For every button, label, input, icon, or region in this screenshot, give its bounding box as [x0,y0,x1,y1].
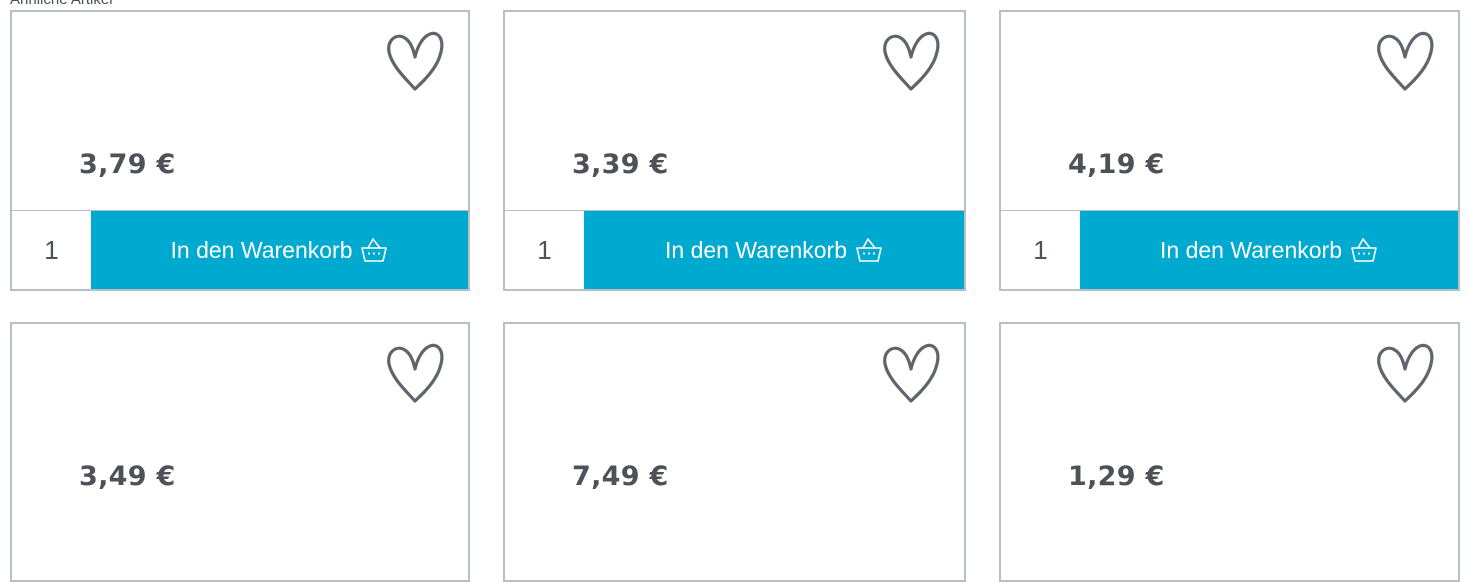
product-card[interactable]: 3,49 € [10,322,470,582]
heart-icon [1377,343,1434,403]
product-card[interactable]: 3,39 € 1 In den Warenkorb [503,10,966,291]
product-price: 3,79 € [79,149,176,180]
add-to-cart-button[interactable]: In den Warenkorb [584,211,964,289]
basket-icon [360,237,388,263]
add-to-cart-label: In den Warenkorb [170,236,353,263]
heart-icon [387,31,444,91]
quantity-input[interactable]: 1 [12,211,91,289]
product-price: 4,19 € [1068,149,1165,180]
favorite-button[interactable] [880,30,942,94]
heart-icon [1377,31,1434,91]
buy-row: 1 In den Warenkorb [1001,210,1458,289]
product-card[interactable]: 4,19 € 1 In den Warenkorb [999,10,1460,291]
quantity-input[interactable]: 1 [505,211,584,289]
favorite-button[interactable] [880,342,942,406]
product-card[interactable]: 3,79 € 1 In den Warenkorb [10,10,470,291]
product-price: 3,49 € [79,461,176,492]
favorite-button[interactable] [384,342,446,406]
heart-icon [883,31,940,91]
product-card[interactable]: 1,29 € [999,322,1460,582]
favorite-button[interactable] [1374,342,1436,406]
buy-row: 1 In den Warenkorb [12,210,468,289]
basket-icon [855,237,883,263]
favorite-button[interactable] [384,30,446,94]
basket-icon [1350,237,1378,263]
add-to-cart-label: In den Warenkorb [1160,236,1342,263]
heart-icon [883,343,940,403]
product-price: 7,49 € [572,461,669,492]
product-price: 1,29 € [1068,461,1165,492]
product-price: 3,39 € [572,149,669,180]
section-heading-clipped: Ähnliche Artikel [0,0,1469,10]
section-heading: Ähnliche Artikel [10,0,113,8]
buy-row: 1 In den Warenkorb [505,210,964,289]
add-to-cart-label: In den Warenkorb [665,236,847,263]
add-to-cart-button[interactable]: In den Warenkorb [1080,211,1458,289]
heart-icon [387,343,444,403]
favorite-button[interactable] [1374,30,1436,94]
quantity-input[interactable]: 1 [1001,211,1080,289]
product-card[interactable]: 7,49 € [503,322,966,582]
add-to-cart-button[interactable]: In den Warenkorb [91,211,468,289]
